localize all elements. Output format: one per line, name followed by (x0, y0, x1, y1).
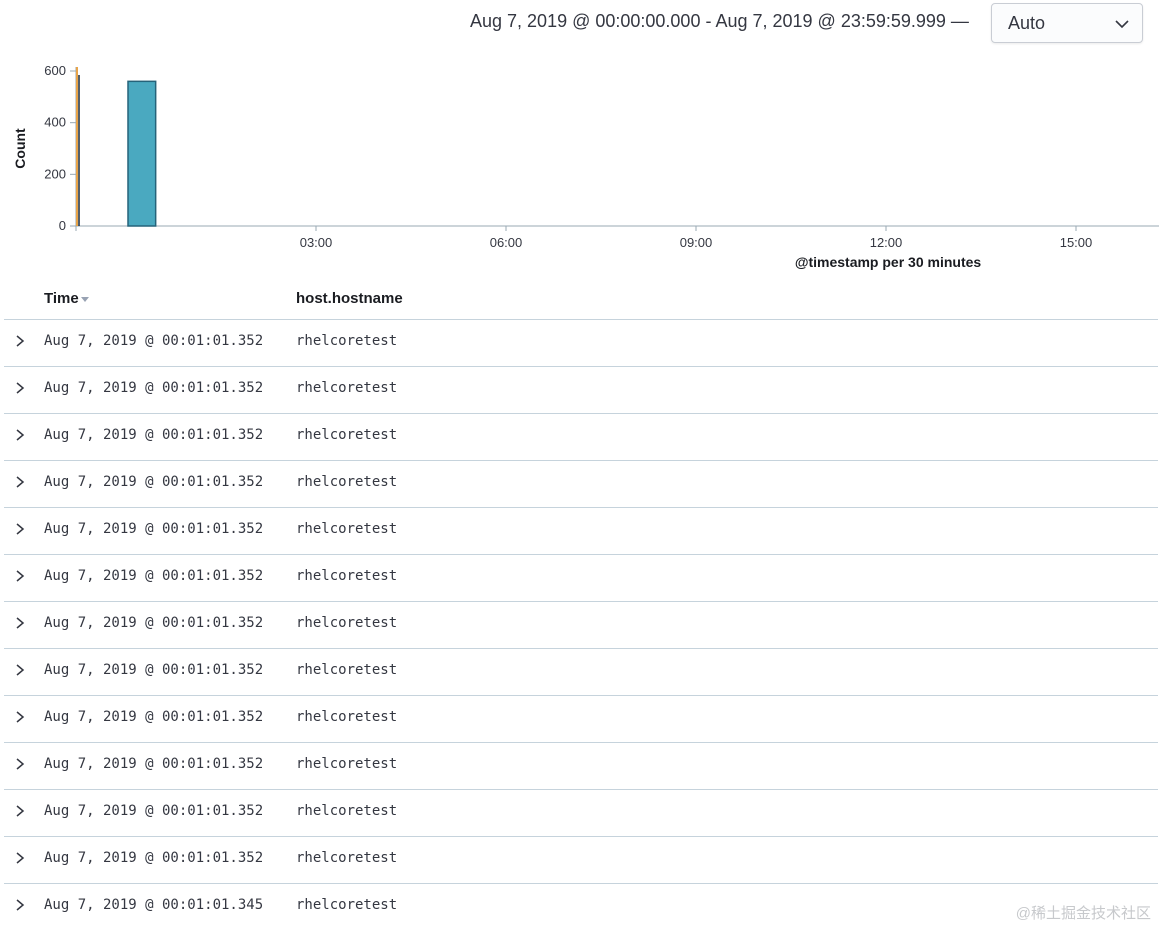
table-row[interactable]: Aug 7, 2019 @ 00:01:01.352 rhelcoretest (4, 602, 1158, 649)
chevron-right-icon[interactable] (13, 333, 27, 349)
table-row[interactable]: Aug 7, 2019 @ 00:01:01.352 rhelcoretest (4, 743, 1158, 790)
cell-host: rhelcoretest (296, 709, 398, 725)
chevron-right-icon[interactable] (13, 662, 27, 678)
table-row[interactable]: Aug 7, 2019 @ 00:01:01.352 rhelcoretest (4, 414, 1158, 461)
chevron-right-icon[interactable] (13, 850, 27, 866)
x-tick-label: 15:00 (1060, 235, 1093, 250)
chevron-down-icon (1115, 20, 1129, 29)
watermark: @稀土掘金技术社区 (1015, 905, 1151, 922)
y-tick-label: 400 (44, 115, 66, 130)
chevron-right-icon[interactable] (13, 615, 27, 631)
y-axis-title: Count (12, 128, 28, 169)
table-row[interactable]: Aug 7, 2019 @ 00:01:01.352 rhelcoretest (4, 461, 1158, 508)
histogram-bar (127, 80, 157, 227)
histogram-chart: 0 200 400 600 03:00 06:00 09:00 12:00 15:00 Count… (0, 55, 1159, 275)
cell-time: Aug 7, 2019 @ 00:01:01.352 (44, 709, 264, 725)
x-tick-label: 12:00 (870, 235, 903, 250)
table-row[interactable]: Aug 7, 2019 @ 00:01:01.352 rhelcoretest (4, 320, 1158, 367)
y-tick-label: 200 (44, 166, 66, 181)
column-header-time-label: Time (44, 290, 79, 307)
chevron-right-icon[interactable] (13, 756, 27, 772)
cell-host: rhelcoretest (296, 756, 398, 772)
cell-time: Aug 7, 2019 @ 00:01:01.352 (44, 521, 264, 537)
x-tick-label: 09:00 (680, 235, 713, 250)
chevron-right-icon[interactable] (13, 380, 27, 396)
date-range-label[interactable]: Aug 7, 2019 @ 00:00:00.000 - Aug 7, 2019… (470, 11, 969, 32)
cell-host: rhelcoretest (296, 333, 398, 349)
cell-host: rhelcoretest (296, 474, 398, 490)
cell-host: rhelcoretest (296, 850, 398, 866)
chevron-right-icon[interactable] (13, 427, 27, 443)
column-header-host[interactable]: host.hostname (296, 290, 403, 307)
interval-select-value: Auto (1008, 13, 1046, 33)
chevron-right-icon[interactable] (13, 474, 27, 490)
cell-time: Aug 7, 2019 @ 00:01:01.352 (44, 427, 264, 443)
chevron-right-icon[interactable] (13, 897, 27, 913)
x-axis-title: @timestamp per 30 minutes (795, 254, 982, 270)
cell-host: rhelcoretest (296, 427, 398, 443)
table-body: Aug 7, 2019 @ 00:01:01.352 rhelcoretest Au… (4, 320, 1158, 929)
column-header-time[interactable]: Time (44, 290, 89, 307)
chevron-right-icon[interactable] (13, 568, 27, 584)
x-tick-label: 06:00 (490, 235, 523, 250)
y-tick-label: 0 (59, 218, 66, 233)
sort-down-icon[interactable] (80, 296, 89, 302)
chevron-right-icon[interactable] (13, 521, 27, 537)
chevron-right-icon[interactable] (13, 803, 27, 819)
x-tick-label: 03:00 (300, 235, 333, 250)
cell-host: rhelcoretest (296, 662, 398, 678)
table-header: Time host.hostname (4, 280, 1158, 320)
cell-host: rhelcoretest (296, 380, 398, 396)
chevron-right-icon[interactable] (13, 709, 27, 725)
cell-time: Aug 7, 2019 @ 00:01:01.352 (44, 756, 264, 772)
table-row[interactable]: Aug 7, 2019 @ 00:01:01.352 rhelcoretest (4, 790, 1158, 837)
table-row[interactable]: Aug 7, 2019 @ 00:01:01.345 rhelcoretest (4, 884, 1158, 929)
cell-host: rhelcoretest (296, 897, 398, 913)
cell-time: Aug 7, 2019 @ 00:01:01.345 (44, 897, 264, 913)
histogram-svg: 0 200 400 600 03:00 06:00 09:00 12:00 15:00 Count… (12, 63, 1159, 270)
cell-time: Aug 7, 2019 @ 00:01:01.352 (44, 662, 264, 678)
cell-host: rhelcoretest (296, 521, 398, 537)
cell-time: Aug 7, 2019 @ 00:01:01.352 (44, 850, 264, 866)
table-row[interactable]: Aug 7, 2019 @ 00:01:01.352 rhelcoretest (4, 508, 1158, 555)
cell-time: Aug 7, 2019 @ 00:01:01.352 (44, 333, 264, 349)
cell-time: Aug 7, 2019 @ 00:01:01.352 (44, 474, 264, 490)
document-table: Time host.hostname Aug 7, 2019 @ 00:01:0… (4, 280, 1158, 929)
cell-host: rhelcoretest (296, 803, 398, 819)
table-row[interactable]: Aug 7, 2019 @ 00:01:01.352 rhelcoretest (4, 696, 1158, 743)
cell-time: Aug 7, 2019 @ 00:01:01.352 (44, 380, 264, 396)
table-row[interactable]: Aug 7, 2019 @ 00:01:01.352 rhelcoretest (4, 837, 1158, 884)
table-row[interactable]: Aug 7, 2019 @ 00:01:01.352 rhelcoretest (4, 367, 1158, 414)
table-row[interactable]: Aug 7, 2019 @ 00:01:01.352 rhelcoretest (4, 649, 1158, 696)
cell-time: Aug 7, 2019 @ 00:01:01.352 (44, 615, 264, 631)
header-bar: Aug 7, 2019 @ 00:00:00.000 - Aug 7, 2019… (0, 0, 1159, 50)
table-row[interactable]: Aug 7, 2019 @ 00:01:01.352 rhelcoretest (4, 555, 1158, 602)
cell-time: Aug 7, 2019 @ 00:01:01.352 (44, 803, 264, 819)
cell-host: rhelcoretest (296, 615, 398, 631)
cell-host: rhelcoretest (296, 568, 398, 584)
interval-select[interactable]: Auto (991, 3, 1143, 43)
y-tick-label: 600 (44, 63, 66, 78)
cell-time: Aug 7, 2019 @ 00:01:01.352 (44, 568, 264, 584)
